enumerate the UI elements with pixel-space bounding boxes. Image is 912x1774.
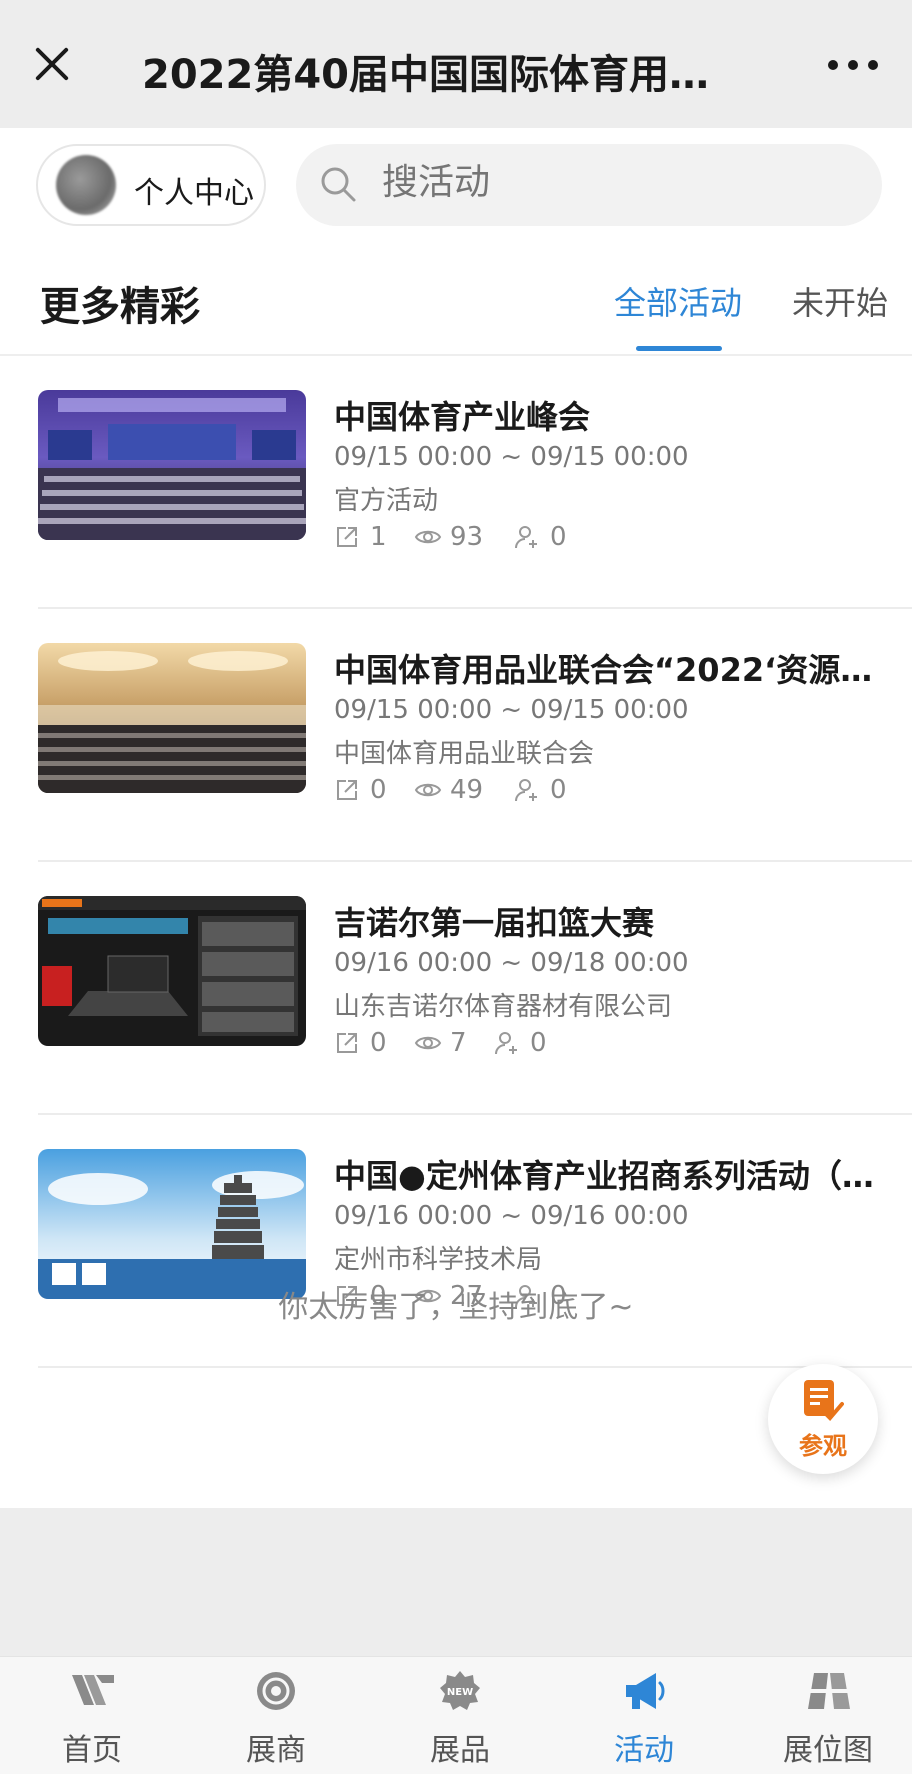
event-item[interactable]: 中国●定州体育产业招商系列活动（… 09/16 00:00 ~ 09/16 00… — [0, 1115, 912, 1368]
personal-center-label: 个人中心 — [134, 176, 254, 211]
eye-icon — [414, 1036, 442, 1050]
event-time: 09/15 00:00 ~ 09/15 00:00 — [334, 695, 689, 725]
event-organizer: 官方活动 — [334, 486, 439, 516]
user-plus-icon — [495, 1032, 517, 1055]
bottom-nav: 首页 展商 NEW 展品 活动 展位图 — [0, 1656, 912, 1774]
home-icon — [72, 1675, 114, 1705]
event-time: 09/15 00:00 ~ 09/15 00:00 — [334, 442, 689, 472]
tab-not-started[interactable]: 未开始 — [792, 278, 888, 324]
share-icon — [337, 1033, 357, 1053]
ballroom-audience-photo — [38, 643, 306, 793]
avatar — [56, 155, 116, 215]
user-plus-icon — [515, 526, 537, 549]
event-item[interactable]: 中国体育产业峰会 09/15 00:00 ~ 09/15 00:00 官方活动 … — [0, 356, 912, 609]
section-title: 更多精彩 — [40, 284, 200, 330]
more-options-icon[interactable] — [828, 60, 878, 72]
divider — [38, 1366, 912, 1368]
checklist-icon — [804, 1380, 844, 1421]
pagoda-poster — [38, 1149, 306, 1299]
search-icon — [321, 167, 356, 202]
new-product-icon: NEW — [440, 1671, 480, 1710]
exhibitor-icon — [257, 1672, 295, 1710]
event-organizer: 中国体育用品业联合会 — [334, 739, 595, 769]
nav-home[interactable]: 首页 — [22, 1657, 162, 1774]
eye-icon — [414, 783, 442, 797]
personal-center-button[interactable]: 个人中心 — [36, 144, 266, 226]
top-bar: 2022第40届中国国际体育用… — [0, 0, 912, 128]
basketball-event-poster — [38, 896, 306, 1046]
nav-activities[interactable]: 活动 — [574, 1657, 714, 1774]
visit-label: 参观 — [799, 1432, 847, 1460]
search-input[interactable] — [382, 162, 852, 203]
megaphone-icon — [626, 1673, 665, 1709]
svg-text:NEW: NEW — [447, 1687, 473, 1698]
event-time: 09/16 00:00 ~ 09/16 00:00 — [334, 1201, 689, 1231]
nav-products[interactable]: NEW 展品 — [390, 1657, 530, 1774]
share-icon — [337, 527, 357, 547]
main-content: 个人中心 更多精彩 全部活动 未开始 中国 — [0, 128, 912, 1508]
event-title: 吉诺尔第一届扣篮大赛 — [334, 904, 655, 942]
user-plus-icon — [515, 779, 537, 802]
event-title: 中国●定州体育产业招商系列活动（… — [334, 1157, 874, 1195]
tab-active-indicator — [636, 346, 722, 351]
event-organizer: 山东吉诺尔体育器材有限公司 — [334, 992, 673, 1022]
event-organizer: 定州市科学技术局 — [334, 1245, 543, 1275]
event-title: 中国体育产业峰会 — [334, 398, 591, 436]
page-title: 2022第40届中国国际体育用… — [142, 52, 709, 98]
event-item[interactable]: 吉诺尔第一届扣篮大赛 09/16 00:00 ~ 09/18 00:00 山东吉… — [0, 862, 912, 1115]
nav-exhibitors[interactable]: 展商 — [206, 1657, 346, 1774]
visit-float-button[interactable]: 参观 — [768, 1364, 878, 1474]
nav-booth-map[interactable]: 展位图 — [758, 1657, 898, 1774]
event-title: 中国体育用品业联合会“2022‘资源… — [334, 651, 873, 689]
search-box[interactable] — [296, 144, 882, 226]
event-item[interactable]: 中国体育用品业联合会“2022‘资源… 09/15 00:00 ~ 09/15 … — [0, 609, 912, 862]
tab-all-activities[interactable]: 全部活动 — [614, 278, 742, 324]
eye-icon — [414, 530, 442, 544]
conference-hall-photo — [38, 390, 306, 540]
booth-map-icon — [808, 1673, 850, 1709]
close-icon[interactable] — [28, 40, 76, 88]
event-time: 09/16 00:00 ~ 09/18 00:00 — [334, 948, 689, 978]
end-of-list-text: 你太厉害了，坚持到底了~ — [278, 1290, 634, 1325]
share-icon — [337, 780, 357, 800]
